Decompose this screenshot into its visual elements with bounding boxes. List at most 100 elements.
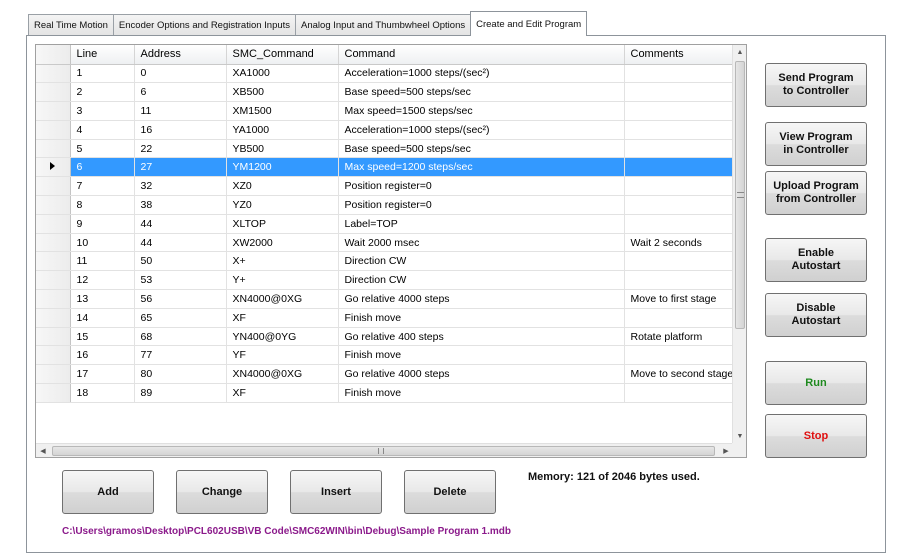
cell-line[interactable]: 9: [70, 214, 135, 234]
cell-comments[interactable]: Move to second stage: [624, 364, 733, 385]
cell-comments[interactable]: [624, 308, 733, 328]
scroll-right-icon[interactable]: ▶: [719, 444, 733, 457]
row-header[interactable]: [36, 176, 71, 197]
cell-command[interactable]: Base speed=500 steps/sec: [338, 139, 625, 159]
cell-smc-command[interactable]: XB500: [226, 82, 339, 103]
cell-line[interactable]: 12: [70, 270, 135, 291]
tab-create-edit-program[interactable]: Create and Edit Program: [470, 11, 588, 36]
table-row[interactable]: 7 32 XZ0 Position register=0: [36, 176, 733, 197]
row-header[interactable]: [36, 364, 71, 385]
cell-comments[interactable]: [624, 176, 733, 197]
row-header[interactable]: [36, 82, 71, 103]
row-header[interactable]: [36, 157, 71, 178]
table-row[interactable]: 8 38 YZ0 Position register=0: [36, 195, 733, 215]
row-header[interactable]: [36, 64, 71, 84]
table-row[interactable]: 3 11 XM1500 Max speed=1500 steps/sec: [36, 101, 733, 121]
cell-command[interactable]: Finish move: [338, 383, 625, 403]
cell-command[interactable]: Wait 2000 msec: [338, 233, 625, 253]
cell-comments[interactable]: [624, 214, 733, 234]
table-row[interactable]: 14 65 XF Finish move: [36, 308, 733, 328]
cell-line[interactable]: 11: [70, 251, 135, 272]
cell-comments[interactable]: Move to first stage: [624, 289, 733, 309]
table-row[interactable]: 2 6 XB500 Base speed=500 steps/sec: [36, 82, 733, 103]
table-row[interactable]: 17 80 XN4000@0XG Go relative 4000 steps Move…: [36, 364, 733, 385]
cell-line[interactable]: 15: [70, 327, 135, 347]
vertical-scroll-thumb[interactable]: [735, 61, 745, 329]
cell-address[interactable]: 22: [134, 139, 227, 159]
row-header[interactable]: [36, 345, 71, 366]
column-header-address[interactable]: Address: [134, 45, 227, 65]
cell-comments[interactable]: Wait 2 seconds: [624, 233, 733, 253]
program-grid[interactable]: Line Address SMC_Command Command Comment…: [35, 44, 747, 458]
row-header[interactable]: [36, 214, 71, 234]
cell-comments[interactable]: [624, 383, 733, 403]
cell-comments[interactable]: [624, 251, 733, 272]
cell-address[interactable]: 11: [134, 101, 227, 121]
cell-command[interactable]: Direction CW: [338, 251, 625, 272]
cell-command[interactable]: Go relative 4000 steps: [338, 289, 625, 309]
cell-line[interactable]: 2: [70, 82, 135, 103]
cell-line[interactable]: 16: [70, 345, 135, 366]
cell-line[interactable]: 3: [70, 101, 135, 121]
cell-smc-command[interactable]: XF: [226, 383, 339, 403]
cell-address[interactable]: 50: [134, 251, 227, 272]
row-header[interactable]: [36, 270, 71, 291]
cell-line[interactable]: 1: [70, 64, 135, 84]
cell-smc-command[interactable]: YB500: [226, 139, 339, 159]
cell-comments[interactable]: [624, 345, 733, 366]
change-button[interactable]: Change: [176, 470, 268, 514]
column-header-comments[interactable]: Comments: [624, 45, 733, 65]
row-header[interactable]: [36, 139, 71, 159]
cell-address[interactable]: 6: [134, 82, 227, 103]
cell-address[interactable]: 80: [134, 364, 227, 385]
table-row[interactable]: 1 0 XA1000 Acceleration=1000 steps/(sec²): [36, 64, 733, 84]
row-header[interactable]: [36, 195, 71, 215]
cell-smc-command[interactable]: XF: [226, 308, 339, 328]
table-row[interactable]: 9 44 XLTOP Label=TOP: [36, 214, 733, 234]
cell-smc-command[interactable]: YA1000: [226, 120, 339, 140]
table-row[interactable]: 6 27 YM1200 Max speed=1200 steps/sec: [36, 157, 733, 178]
row-header[interactable]: [36, 383, 71, 403]
cell-address[interactable]: 53: [134, 270, 227, 291]
cell-comments[interactable]: [624, 139, 733, 159]
cell-address[interactable]: 56: [134, 289, 227, 309]
table-row[interactable]: 4 16 YA1000 Acceleration=1000 steps/(sec²): [36, 120, 733, 140]
cell-line[interactable]: 14: [70, 308, 135, 328]
cell-line[interactable]: 5: [70, 139, 135, 159]
vertical-scrollbar[interactable]: ▲ ▼: [732, 45, 746, 443]
cell-line[interactable]: 4: [70, 120, 135, 140]
cell-line[interactable]: 7: [70, 176, 135, 197]
cell-smc-command[interactable]: YM1200: [226, 157, 339, 178]
table-row[interactable]: 18 89 XF Finish move: [36, 383, 733, 403]
enable-autostart-button[interactable]: Enable Autostart: [765, 238, 867, 282]
cell-comments[interactable]: [624, 82, 733, 103]
cell-smc-command[interactable]: X+: [226, 251, 339, 272]
cell-address[interactable]: 65: [134, 308, 227, 328]
cell-address[interactable]: 89: [134, 383, 227, 403]
cell-command[interactable]: Acceleration=1000 steps/(sec²): [338, 64, 625, 84]
column-header-smc-command[interactable]: SMC_Command: [226, 45, 339, 65]
cell-comments[interactable]: [624, 157, 733, 178]
cell-address[interactable]: 44: [134, 233, 227, 253]
run-button[interactable]: Run: [765, 361, 867, 405]
cell-smc-command[interactable]: XW2000: [226, 233, 339, 253]
view-program-button[interactable]: View Program in Controller: [765, 122, 867, 166]
cell-line[interactable]: 18: [70, 383, 135, 403]
cell-comments[interactable]: [624, 270, 733, 291]
row-header[interactable]: [36, 251, 71, 272]
cell-command[interactable]: Position register=0: [338, 195, 625, 215]
cell-line[interactable]: 10: [70, 233, 135, 253]
cell-command[interactable]: Go relative 400 steps: [338, 327, 625, 347]
cell-command[interactable]: Position register=0: [338, 176, 625, 197]
table-row[interactable]: 5 22 YB500 Base speed=500 steps/sec: [36, 139, 733, 159]
cell-command[interactable]: Max speed=1500 steps/sec: [338, 101, 625, 121]
cell-address[interactable]: 0: [134, 64, 227, 84]
row-header[interactable]: [36, 289, 71, 309]
cell-command[interactable]: Max speed=1200 steps/sec: [338, 157, 625, 178]
cell-address[interactable]: 32: [134, 176, 227, 197]
cell-smc-command[interactable]: YF: [226, 345, 339, 366]
cell-line[interactable]: 17: [70, 364, 135, 385]
cell-comments[interactable]: [624, 120, 733, 140]
stop-button[interactable]: Stop: [765, 414, 867, 458]
cell-smc-command[interactable]: XA1000: [226, 64, 339, 84]
